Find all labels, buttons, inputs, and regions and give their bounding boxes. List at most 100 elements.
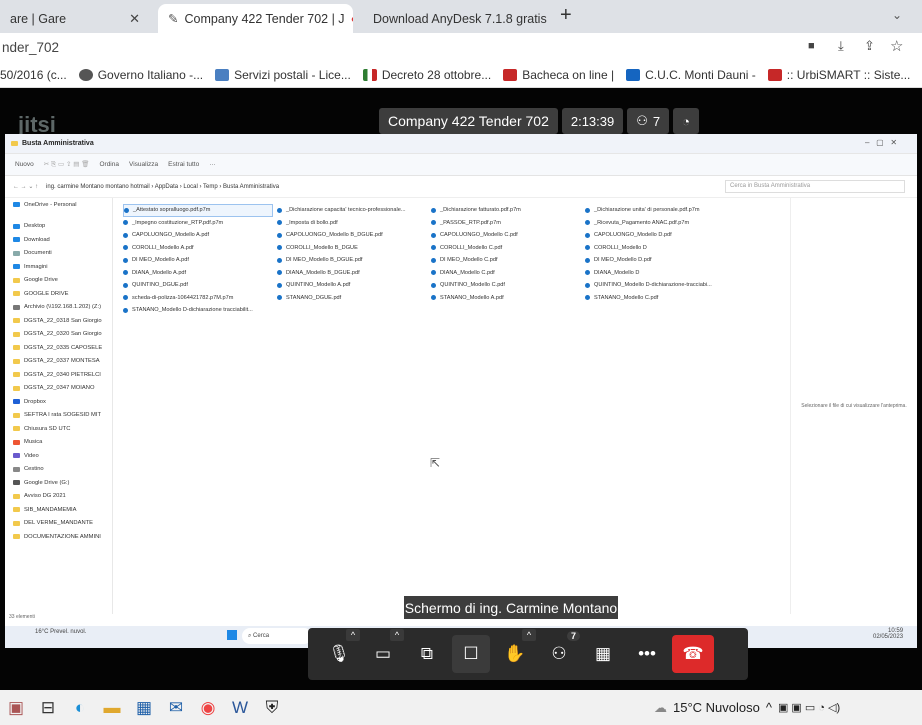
sidebar-item[interactable]: Chiusura SD UTC bbox=[5, 422, 112, 436]
close-icon[interactable]: ✕ bbox=[129, 11, 140, 27]
bookmark-item[interactable]: Decreto 28 ottobre... bbox=[362, 68, 491, 82]
nav-arrows-icon[interactable]: ← → ⌄ ↑ bbox=[13, 183, 38, 190]
raise-hand-button[interactable]: ✋ ^ bbox=[496, 629, 536, 673]
chevron-up-icon[interactable]: ^ bbox=[390, 629, 404, 641]
hangup-button[interactable]: ☎ bbox=[672, 635, 714, 673]
chat-button[interactable]: ☐ bbox=[452, 635, 490, 673]
file-item[interactable]: CAPOLUONGO_Modello C.pdf bbox=[431, 229, 581, 242]
sidebar-item[interactable]: DGSTA_22_0347 MOIANO bbox=[5, 382, 112, 396]
shield-icon[interactable]: ⛨ bbox=[256, 692, 288, 724]
file-item[interactable]: _PASSOE_RTP.pdf.p7m bbox=[431, 217, 581, 230]
sidebar-item[interactable]: Video bbox=[5, 449, 112, 463]
sidebar-item[interactable]: Cestino bbox=[5, 463, 112, 477]
browser-tab-gare[interactable]: are | Gare ✕ bbox=[0, 4, 150, 33]
file-item[interactable]: DIANA_Modello D bbox=[585, 267, 735, 280]
store-icon[interactable]: ▦ bbox=[128, 692, 160, 724]
file-item[interactable]: scheda-di-polizza-1064421782.p7M.p7m bbox=[123, 292, 273, 305]
sidebar-item[interactable]: GOOGLE DRIVE bbox=[5, 287, 112, 301]
file-item[interactable]: CAPOLUONGO_Modello B_DGUE.pdf bbox=[277, 229, 427, 242]
file-item[interactable]: DI MEO_Modello D.pdf bbox=[585, 254, 735, 267]
sidebar-item[interactable]: SIB_MANDAMEMIA bbox=[5, 503, 112, 517]
new-button[interactable]: Nuovo bbox=[15, 161, 34, 168]
file-item[interactable]: DI MEO_Modello C.pdf bbox=[431, 254, 581, 267]
bookmark-item[interactable]: 50/2016 (c... bbox=[0, 68, 67, 82]
file-item[interactable]: STANANO_Modello D-dichiarazione tracciab… bbox=[123, 304, 273, 317]
bookmark-item[interactable]: Servizi postali - Lice... bbox=[215, 68, 351, 82]
extract-all-button[interactable]: Estrai tutto bbox=[168, 161, 199, 168]
sidebar-item[interactable]: Google Drive (G:) bbox=[5, 476, 112, 490]
more-actions-button[interactable]: ••• bbox=[628, 635, 666, 673]
file-item[interactable]: DIANA_Modello C.pdf bbox=[431, 267, 581, 280]
sidebar-item[interactable]: Desktop bbox=[5, 220, 112, 234]
tray-icons[interactable]: ▣ ▣ ▭ ◔ ◁) bbox=[778, 701, 840, 714]
file-item[interactable]: DI MEO_Modello A.pdf bbox=[123, 254, 273, 267]
file-item[interactable]: _Imposta di bollo.pdf bbox=[277, 217, 427, 230]
browser-tab-jitsi[interactable]: ✎ Company 422 Tender 702 | J ● ✕ bbox=[158, 4, 353, 33]
task-view-icon[interactable]: ⊟ bbox=[32, 692, 64, 724]
edge-icon[interactable]: ◐ bbox=[64, 692, 96, 724]
remote-search-box[interactable]: ⌕ Cerca bbox=[242, 628, 312, 644]
close-icon[interactable]: ✕ bbox=[547, 11, 548, 27]
file-item[interactable]: _Impegno costituzione_RTP.pdf.p7m bbox=[123, 217, 273, 230]
file-explorer-icon[interactable]: ▬ bbox=[96, 692, 128, 724]
file-item[interactable]: DI MEO_Modello B_DGUE.pdf bbox=[277, 254, 427, 267]
tab-list-chevron-icon[interactable]: ⌄ bbox=[892, 8, 902, 22]
bookmark-item[interactable]: Bacheca on line | bbox=[503, 68, 614, 82]
chevron-up-icon[interactable]: ^ bbox=[346, 629, 360, 641]
sidebar-item[interactable]: Google Drive bbox=[5, 274, 112, 288]
app-icon[interactable]: ▣ bbox=[0, 692, 32, 724]
connection-quality-button[interactable]: ◔ bbox=[673, 108, 699, 134]
file-item[interactable]: QUINTINO_DGUE.pdf bbox=[123, 279, 273, 292]
file-item[interactable]: _Dichiarazione unita' di personale.pdf.p… bbox=[585, 204, 735, 217]
chevron-up-icon[interactable]: ^ bbox=[522, 629, 536, 641]
bookmark-item[interactable]: C.U.C. Monti Dauni - bbox=[626, 68, 756, 82]
sidebar-item[interactable]: OneDrive - Personal bbox=[5, 198, 112, 212]
sidebar-item[interactable]: Musica bbox=[5, 436, 112, 450]
file-item[interactable]: COROLLI_Modello B_DGUE bbox=[277, 242, 427, 255]
file-item[interactable]: DIANA_Modello A.pdf bbox=[123, 267, 273, 280]
file-item[interactable]: COROLLI_Modello C.pdf bbox=[431, 242, 581, 255]
windows-start-icon[interactable] bbox=[227, 630, 237, 640]
file-item[interactable]: _Dichiarazione fatturato.pdf.p7m bbox=[431, 204, 581, 217]
file-item[interactable]: QUINTINO_Modello A.pdf bbox=[277, 279, 427, 292]
address-bar[interactable]: nder_702 ■ ⤓ ⇪ ☆ bbox=[0, 33, 922, 62]
bookmark-star-icon[interactable]: ☆ bbox=[890, 37, 903, 55]
file-item[interactable]: QUINTINO_Modello D-dichiarazione-traccia… bbox=[585, 279, 735, 292]
sidebar-item[interactable]: DGSTA_22_0335 CAPOSELE bbox=[5, 341, 112, 355]
explorer-search-input[interactable]: Cerca in Busta Amministrativa bbox=[725, 180, 905, 193]
sidebar-item[interactable]: DGSTA_22_0318 San Giorgio bbox=[5, 314, 112, 328]
install-icon[interactable]: ⤓ bbox=[838, 38, 844, 54]
weather-text[interactable]: 15°C Nuvoloso bbox=[673, 700, 760, 715]
explorer-path[interactable]: ing. carmine Montano montano hotmail › A… bbox=[46, 184, 279, 190]
sidebar-item[interactable]: DEL VERME_MANDANTE bbox=[5, 517, 112, 531]
sort-button[interactable]: Ordina bbox=[99, 161, 119, 168]
more-button[interactable]: ··· bbox=[209, 161, 216, 168]
mail-icon[interactable]: ✉ bbox=[160, 692, 192, 724]
file-item[interactable]: _Attestato sopralluogo.pdf.p7m bbox=[123, 204, 273, 217]
sidebar-item[interactable]: Download bbox=[5, 233, 112, 247]
file-item[interactable]: _Dichiarazione capacita' tecnico-profess… bbox=[277, 204, 427, 217]
file-item[interactable]: CAPOLUONGO_Modello A.pdf bbox=[123, 229, 273, 242]
bookmark-item[interactable]: :: UrbiSMART :: Siste... bbox=[767, 68, 910, 82]
bookmark-item[interactable]: Governo Italiano -... bbox=[78, 68, 203, 82]
browser-tab-anydesk[interactable]: Download AnyDesk 7.1.8 gratis ✕ bbox=[358, 4, 548, 33]
file-item[interactable]: CAPOLUONGO_Modello D.pdf bbox=[585, 229, 735, 242]
screen-share-button[interactable]: ⧉ bbox=[408, 635, 446, 673]
participants-count-button[interactable]: ⚇ 7 bbox=[627, 108, 670, 134]
participants-button[interactable]: ⚇ 7 bbox=[540, 631, 580, 673]
file-item[interactable]: STANANO_Modello A.pdf bbox=[431, 292, 581, 305]
file-item[interactable]: COROLLI_Modello D bbox=[585, 242, 735, 255]
chevron-up-icon[interactable]: ^ bbox=[766, 700, 772, 715]
sidebar-item[interactable]: DGSTA_22_0340 PIETRELCI bbox=[5, 368, 112, 382]
file-item[interactable]: _Ricevuta_Pagamento ANAC.pdf.p7m bbox=[585, 217, 735, 230]
word-icon[interactable]: W bbox=[224, 692, 256, 724]
camera-button[interactable]: ▭ ^ bbox=[364, 629, 404, 673]
sidebar-item[interactable]: DGSTA_22_0320 San Giorgio bbox=[5, 328, 112, 342]
sidebar-item[interactable]: DGSTA_22_0337 MONTESA bbox=[5, 355, 112, 369]
file-item[interactable]: DIANA_Modello B_DGUE.pdf bbox=[277, 267, 427, 280]
sidebar-item[interactable]: Avviso DG 2021 bbox=[5, 490, 112, 504]
sidebar-item[interactable]: Immagini bbox=[5, 260, 112, 274]
new-tab-button[interactable]: + bbox=[560, 4, 572, 27]
share-icon[interactable]: ⇪ bbox=[864, 38, 875, 54]
sidebar-item[interactable]: DOCUMENTAZIONE AMMINI bbox=[5, 530, 112, 544]
